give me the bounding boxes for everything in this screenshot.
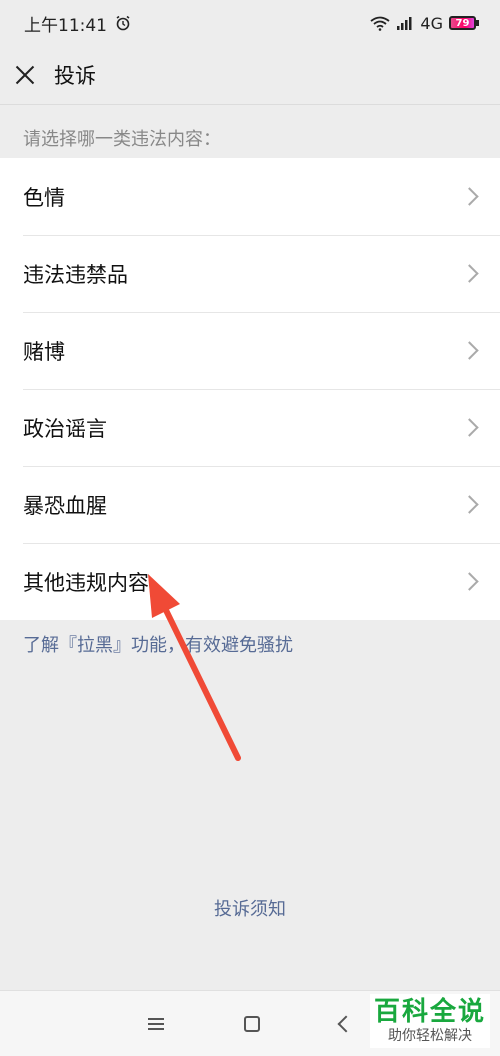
alarm-icon — [116, 15, 130, 31]
list-item-label: 暴恐血腥 — [23, 493, 107, 518]
home-icon[interactable] — [244, 1015, 260, 1032]
battery-level: 79 — [455, 17, 470, 29]
signal-icon — [397, 17, 412, 30]
list-item-porn[interactable]: 色情 — [0, 158, 500, 235]
list-item-label: 其他违规内容 — [23, 570, 149, 595]
chevron-right-icon — [460, 495, 479, 514]
wifi-icon — [370, 16, 390, 31]
list-item-violence[interactable]: 暴恐血腥 — [0, 466, 500, 543]
status-left: 上午11:41 — [24, 11, 131, 36]
header-divider — [0, 104, 500, 105]
annotation-arrow — [148, 574, 241, 761]
title-bar: 投诉 — [0, 46, 500, 104]
status-time: 上午11:41 — [24, 15, 107, 36]
chevron-right-icon — [460, 187, 479, 206]
status-right: 4G 79 — [370, 13, 479, 33]
list-item-political-rumor[interactable]: 政治谣言 — [0, 389, 500, 466]
status-bar: 上午11:41 4G 79 — [0, 0, 500, 46]
close-icon[interactable] — [14, 64, 36, 86]
list-item-label: 政治谣言 — [23, 416, 107, 441]
watermark-logo: 百科全说 助你轻松解决 — [370, 994, 490, 1048]
battery-icon: 79 — [449, 16, 479, 30]
page-title: 投诉 — [54, 64, 96, 88]
menu-icon[interactable] — [148, 1017, 164, 1030]
network-type: 4G — [420, 13, 443, 33]
watermark-sub-text: 助你轻松解决 — [388, 1028, 472, 1044]
list-item-illegal-goods[interactable]: 违法违禁品 — [0, 235, 500, 312]
chevron-right-icon — [460, 418, 479, 437]
complaint-notice-link[interactable]: 投诉须知 — [0, 895, 500, 921]
list-item-label: 违法违禁品 — [23, 262, 128, 287]
list-item-other[interactable]: 其他违规内容 — [0, 543, 500, 620]
chevron-right-icon — [460, 341, 479, 360]
watermark-main-text: 百科全说 — [373, 997, 486, 1027]
back-icon[interactable] — [337, 1015, 355, 1032]
chevron-right-icon — [460, 572, 479, 591]
list-item-label: 色情 — [23, 185, 65, 210]
section-label: 请选择哪一类违法内容： — [23, 129, 221, 150]
chevron-right-icon — [460, 264, 479, 283]
list-item-label: 赌博 — [23, 339, 65, 364]
list-item-gambling[interactable]: 赌博 — [0, 312, 500, 389]
category-list: 色情 违法违禁品 赌博 政治谣言 暴恐血腥 其他违规内容 — [0, 158, 500, 620]
